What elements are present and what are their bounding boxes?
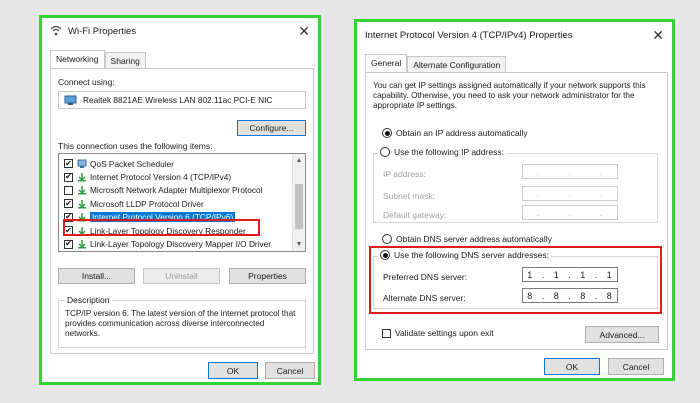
configure-button[interactable]: Configure... xyxy=(237,120,306,136)
adapter-name: Realtek 8821AE Wireless LAN 802.11ac PCI… xyxy=(83,95,273,105)
octet-separator: . xyxy=(568,188,572,199)
protocol-icon xyxy=(78,186,86,195)
checkbox[interactable]: ✔ xyxy=(64,199,73,209)
description-text: TCP/IP version 6. The latest version of … xyxy=(65,309,296,338)
octet-separator: . xyxy=(536,166,541,177)
item-label: Microsoft Network Adapter Multiplexor Pr… xyxy=(90,185,263,196)
subnet-mask-field[interactable]: . . . xyxy=(522,186,618,201)
ip-address-field[interactable]: . . . xyxy=(522,164,618,179)
protocol-icon xyxy=(78,240,86,249)
ipv4-properties-dialog: Internet Protocol Version 4 (TCP/IPv4) P… xyxy=(357,22,672,378)
close-icon[interactable]: ✕ xyxy=(652,27,664,44)
list-item[interactable]: ✔ QoS Packet Scheduler xyxy=(59,157,305,170)
items-scrollbar[interactable]: ▲ ▼ xyxy=(292,154,305,251)
tab-alternate-configuration[interactable]: Alternate Configuration xyxy=(407,56,507,72)
close-icon[interactable]: ✕ xyxy=(298,23,310,40)
wifi-properties-frame: Wi-Fi Properties ✕ Networking Sharing Co… xyxy=(39,15,321,385)
radio-button[interactable] xyxy=(382,128,392,138)
ip-address-group: Use the following IP address: IP address… xyxy=(373,147,658,223)
octet-separator: . xyxy=(536,207,541,218)
wifi-titlebar[interactable]: Wi-Fi Properties ✕ xyxy=(42,18,318,44)
checkbox[interactable]: ✔ xyxy=(64,239,73,249)
qos-icon xyxy=(77,159,87,168)
wifi-properties-dialog: Wi-Fi Properties ✕ Networking Sharing Co… xyxy=(42,18,318,382)
octet-separator: . xyxy=(568,166,572,177)
ipv4-tabs: General Alternate Configuration xyxy=(365,54,507,72)
obtain-dns-option[interactable]: Obtain DNS server address automatically xyxy=(382,234,552,244)
network-adapter-icon xyxy=(64,95,77,105)
validate-label: Validate settings upon exit xyxy=(395,328,494,338)
list-item[interactable]: ✔ Link-Layer Topology Discovery Mapper I… xyxy=(59,237,305,250)
wifi-dialog-title: Wi-Fi Properties xyxy=(68,25,137,37)
intro-text: You can get IP settings assigned automat… xyxy=(373,81,646,110)
radio-button[interactable] xyxy=(382,234,392,244)
wifi-ok-button[interactable]: OK xyxy=(208,362,258,379)
checkbox[interactable]: ✔ xyxy=(64,159,73,169)
checkbox[interactable] xyxy=(382,328,391,338)
uninstall-button[interactable]: Uninstall xyxy=(143,268,220,284)
tab-networking[interactable]: Networking xyxy=(50,50,105,68)
list-item[interactable]: ✔ Internet Protocol Version 4 (TCP/IPv4) xyxy=(59,170,305,183)
checkbox[interactable] xyxy=(64,185,73,195)
item-label: QoS Packet Scheduler xyxy=(90,158,174,169)
obtain-ip-option[interactable]: Obtain an IP address automatically xyxy=(382,128,528,138)
default-gateway-field[interactable]: . . . xyxy=(522,205,618,220)
wifi-cancel-button[interactable]: Cancel xyxy=(265,362,315,379)
scroll-thumb[interactable] xyxy=(295,184,303,229)
scroll-down-icon[interactable]: ▼ xyxy=(293,238,305,251)
default-gateway-label: Default gateway: xyxy=(383,210,447,220)
ip-address-label: IP address: xyxy=(383,169,426,179)
adapter-field: Realtek 8821AE Wireless LAN 802.11ac PCI… xyxy=(58,91,306,109)
octet-separator: . xyxy=(599,207,604,218)
properties-button[interactable]: Properties xyxy=(229,268,306,284)
ipv4-cancel-button[interactable]: Cancel xyxy=(608,358,664,375)
connect-using-label: Connect using: xyxy=(58,77,115,87)
validate-option[interactable]: Validate settings upon exit xyxy=(382,328,494,338)
protocol-icon xyxy=(78,173,86,182)
protocol-icon xyxy=(78,199,86,209)
use-ip-label: Use the following IP address: xyxy=(394,147,504,157)
obtain-ip-label: Obtain an IP address automatically xyxy=(396,128,528,138)
ipv4-ok-button[interactable]: OK xyxy=(544,358,600,375)
items-list[interactable]: ✔ QoS Packet Scheduler ✔ Internet Protoc… xyxy=(58,153,306,252)
general-panel: You can get IP settings assigned automat… xyxy=(365,72,668,350)
dns-highlight-box xyxy=(369,246,662,314)
octet-separator: . xyxy=(568,207,572,218)
wifi-tabs: Networking Sharing xyxy=(50,50,146,68)
install-button[interactable]: Install... xyxy=(58,268,135,284)
octet-separator: . xyxy=(599,166,604,177)
list-item[interactable]: ✔ Microsoft LLDP Protocol Driver xyxy=(59,197,305,210)
radio-button[interactable] xyxy=(380,147,390,157)
ipv4-dialog-title: Internet Protocol Version 4 (TCP/IPv4) P… xyxy=(365,29,573,41)
item-label: Link-Layer Topology Discovery Mapper I/O… xyxy=(90,239,272,250)
item-label: Internet Protocol Version 4 (TCP/IPv4) xyxy=(90,172,232,183)
ipv4-properties-frame: Internet Protocol Version 4 (TCP/IPv4) P… xyxy=(354,19,675,381)
octet-separator: . xyxy=(599,188,604,199)
advanced-button[interactable]: Advanced... xyxy=(585,326,659,343)
use-ip-option[interactable]: Use the following IP address: xyxy=(378,147,506,157)
ipv4-titlebar[interactable]: Internet Protocol Version 4 (TCP/IPv4) P… xyxy=(357,22,672,48)
description-group: Description TCP/IP version 6. The latest… xyxy=(58,295,306,348)
tab-general[interactable]: General xyxy=(365,54,408,72)
item-label: Microsoft LLDP Protocol Driver xyxy=(90,198,204,209)
ipv6-highlight-box xyxy=(63,219,260,236)
checkbox[interactable]: ✔ xyxy=(64,172,73,182)
scroll-up-icon[interactable]: ▲ xyxy=(293,154,305,167)
wifi-icon xyxy=(50,25,62,36)
networking-panel: Connect using: Realtek 8821AE Wireless L… xyxy=(50,68,314,354)
tab-sharing[interactable]: Sharing xyxy=(104,52,146,68)
subnet-mask-label: Subnet mask: xyxy=(383,191,435,201)
obtain-dns-label: Obtain DNS server address automatically xyxy=(396,234,552,244)
octet-separator: . xyxy=(536,188,541,199)
list-item[interactable]: Microsoft Network Adapter Multiplexor Pr… xyxy=(59,184,305,197)
items-label: This connection uses the following items… xyxy=(58,141,213,151)
description-label: Description xyxy=(65,295,112,305)
